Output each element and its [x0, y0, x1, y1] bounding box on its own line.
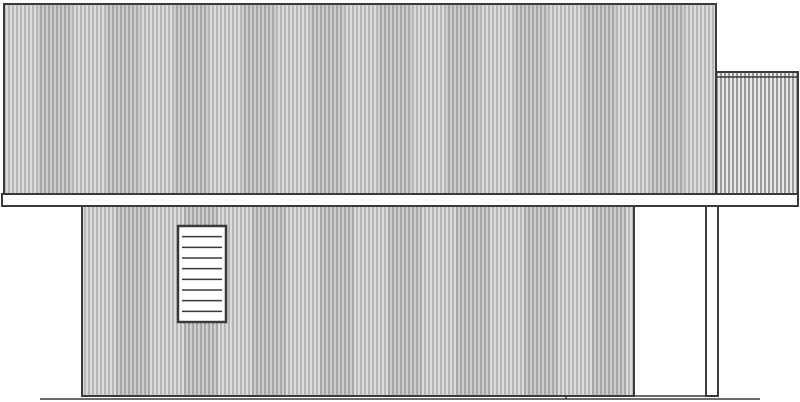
lower-wall-shade-bands	[82, 206, 634, 396]
upper-wall-band	[106, 4, 140, 194]
upper-wall-band	[276, 4, 310, 194]
lower-wall-band	[422, 206, 456, 396]
upper-wall-band	[582, 4, 616, 194]
upper-wall-band	[684, 4, 716, 194]
upper-wall	[3, 3, 717, 195]
upper-wall-band	[310, 4, 344, 194]
lower-wall-band	[592, 206, 626, 396]
lower-wall-band	[82, 206, 116, 396]
upper-wall-band	[412, 4, 446, 194]
lower-wall-band	[252, 206, 286, 396]
louver-vent-frame	[176, 224, 228, 324]
upper-wall-band	[4, 4, 38, 194]
side-extension-wall	[715, 71, 799, 195]
lower-wall-band	[558, 206, 592, 396]
lower-wall-band	[456, 206, 490, 396]
upper-wall-band	[514, 4, 548, 194]
upper-wall-band	[378, 4, 412, 194]
upper-wall-band	[208, 4, 242, 194]
upper-wall-band	[548, 4, 582, 194]
upper-wall-band	[242, 4, 276, 194]
lower-wall-band	[286, 206, 320, 396]
lower-wall-band	[116, 206, 150, 396]
upper-wall-band	[344, 4, 378, 194]
upper-wall-band	[140, 4, 174, 194]
upper-wall-band	[480, 4, 514, 194]
upper-wall-band	[72, 4, 106, 194]
support-post-outline	[705, 205, 719, 397]
lower-wall-band	[354, 206, 388, 396]
lower-wall-band	[388, 206, 422, 396]
floor-band-trim	[1, 193, 799, 207]
building-elevation-drawing	[1, 3, 799, 400]
upper-wall-band	[616, 4, 650, 194]
support-post	[705, 205, 719, 397]
upper-wall-band	[38, 4, 72, 194]
louver-vent-window	[176, 224, 228, 324]
upper-wall-band	[446, 4, 480, 194]
upper-wall-shade-bands	[4, 4, 716, 194]
side-extension-siding	[716, 72, 798, 194]
lower-wall-band	[320, 206, 354, 396]
upper-wall-band	[174, 4, 208, 194]
lower-wall-band	[626, 206, 634, 396]
upper-wall-band	[650, 4, 684, 194]
lower-wall-band	[524, 206, 558, 396]
lower-wall	[81, 205, 635, 397]
lower-wall-band	[490, 206, 524, 396]
